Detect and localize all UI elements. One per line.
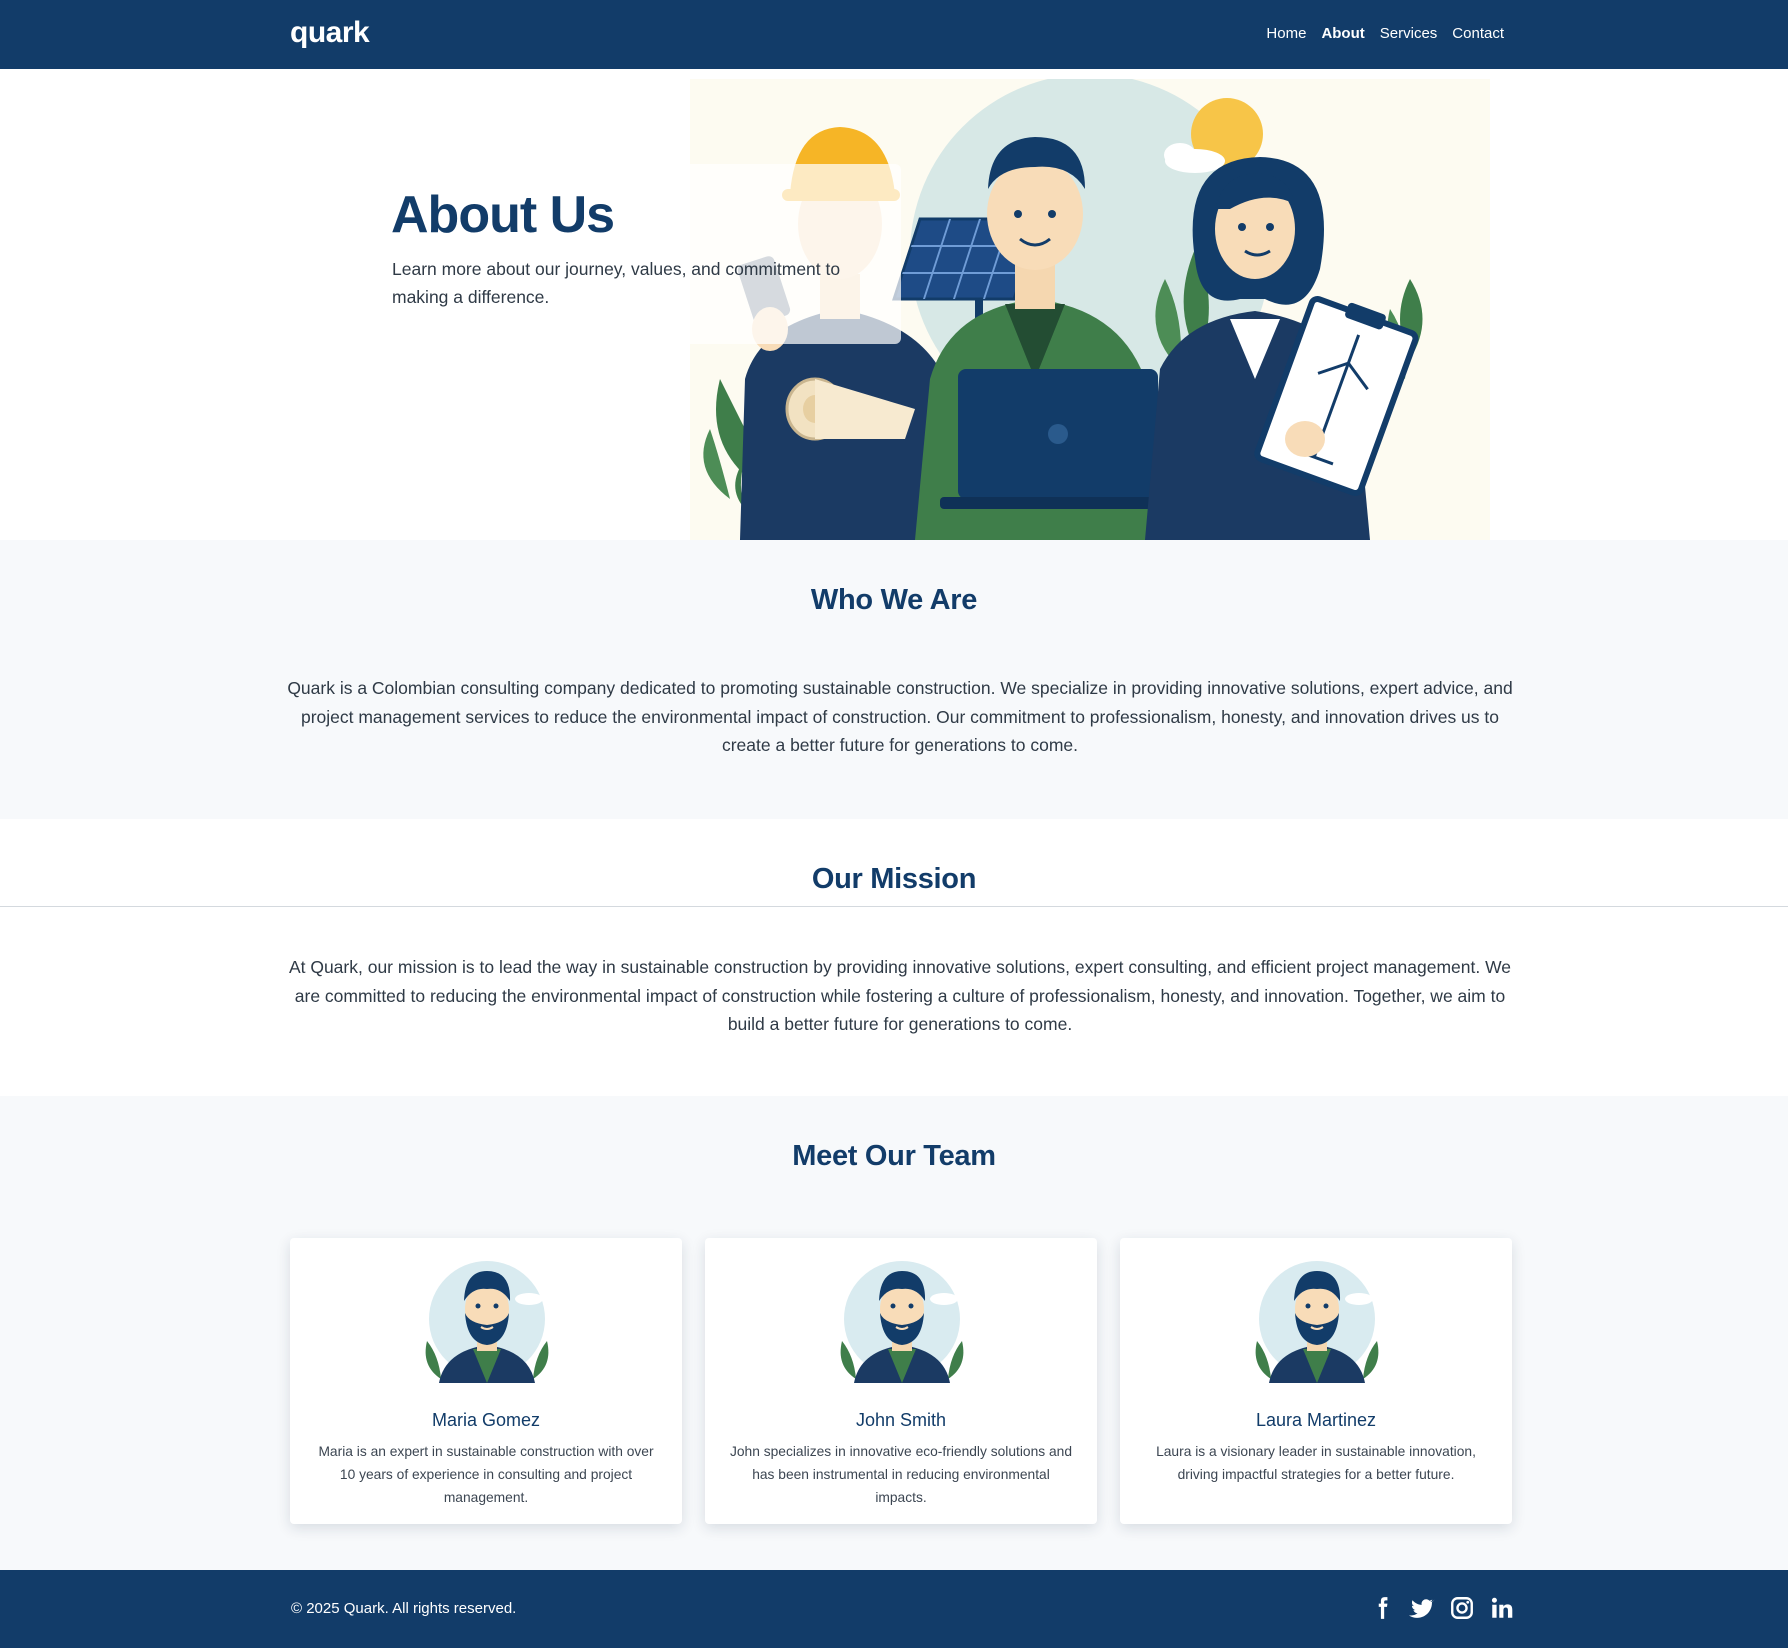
team-section: Meet Our Team Maria Gomez Maria is an ex…: [0, 1096, 1788, 1570]
social-links: [1369, 1595, 1515, 1621]
mission-title: Our Mission: [811, 863, 977, 895]
avatar-laura: [1255, 1261, 1379, 1383]
navbar: quark Home About Services Contact: [0, 0, 1788, 69]
page-title: About Us: [391, 186, 615, 244]
instagram-icon[interactable]: [1449, 1595, 1475, 1621]
linkedin-icon[interactable]: [1489, 1595, 1515, 1621]
nav-link-services[interactable]: Services: [1380, 25, 1438, 42]
nav-links: Home About Services Contact: [1266, 25, 1504, 42]
facebook-icon[interactable]: [1369, 1595, 1395, 1621]
mission-text: At Quark, our mission is to lead the way…: [288, 957, 1512, 1034]
who-we-are-text: Quark is a Colombian consulting company …: [287, 678, 1513, 755]
team-card-laura: Laura Martinez Laura is a visionary lead…: [1120, 1238, 1512, 1524]
hero-subtitle: Learn more about our journey, values, an…: [392, 259, 841, 307]
team-card-john: John Smith John specializes in innovativ…: [705, 1238, 1097, 1524]
mission-section: Our Mission At Quark, our mission is to …: [0, 819, 1788, 1096]
nav-link-home[interactable]: Home: [1266, 25, 1306, 42]
team-title: Meet Our Team: [792, 1140, 996, 1172]
team-member-name: John Smith: [855, 1410, 947, 1430]
copyright-text: © 2025 Quark. All rights reserved.: [291, 1600, 517, 1617]
who-we-are-section: Who We Are Quark is a Colombian consulti…: [0, 540, 1788, 819]
team-member-bio: Maria is an expert in sustainable constr…: [318, 1444, 654, 1505]
team-card-maria: Maria Gomez Maria is an expert in sustai…: [290, 1238, 682, 1524]
team-member-bio: John specializes in innovative eco-frien…: [729, 1444, 1073, 1505]
avatar-john: [840, 1261, 964, 1383]
logo[interactable]: quark: [290, 16, 370, 50]
footer: © 2025 Quark. All rights reserved.: [0, 1570, 1788, 1648]
nav-link-about[interactable]: About: [1321, 25, 1364, 42]
team-member-name: Maria Gomez: [431, 1410, 541, 1430]
hero-section: About Us Learn more about our journey, v…: [0, 69, 1788, 540]
avatar-maria: [425, 1261, 549, 1383]
nav-link-contact[interactable]: Contact: [1452, 25, 1504, 42]
mission-divider: [0, 906, 1788, 907]
twitter-icon[interactable]: [1409, 1595, 1435, 1621]
who-we-are-title: Who We Are: [810, 584, 978, 616]
team-member-name: Laura Martinez: [1255, 1410, 1377, 1430]
team-member-bio: Laura is a visionary leader in sustainab…: [1156, 1444, 1476, 1482]
